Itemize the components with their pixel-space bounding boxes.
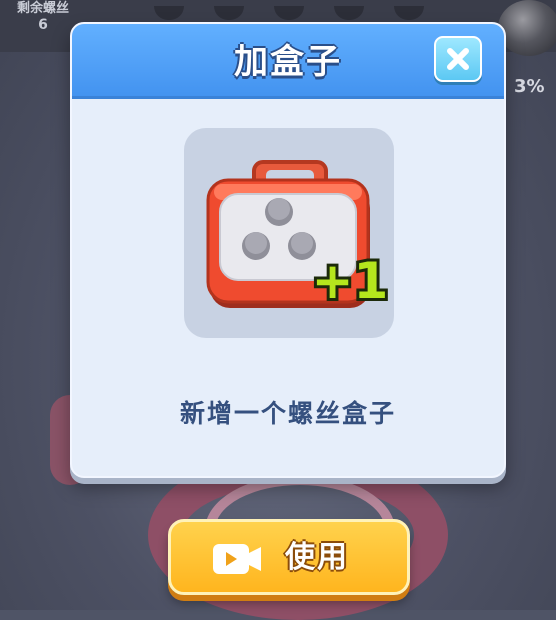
bonus-label: +1: [309, 249, 392, 313]
close-x-icon: [447, 48, 469, 70]
progress-orb: [498, 0, 556, 56]
item-description: 新增一个螺丝盒子: [179, 399, 396, 428]
dialog-header: 加盒子: [72, 24, 504, 99]
close-button[interactable]: [434, 36, 482, 82]
use-button[interactable]: 使用: [168, 519, 410, 595]
remaining-screws-label: 剩余螺丝: [16, 1, 69, 16]
remaining-screws-count: 6: [38, 17, 48, 33]
item-preview-panel: +1: [184, 128, 394, 338]
svg-text:+1: +1: [312, 252, 389, 310]
add-box-dialog: 加盒子 +1 新增一个螺丝盒子: [70, 22, 506, 478]
remaining-screws-counter: 剩余螺丝 6: [6, 0, 80, 34]
progress-percent: 3%: [514, 76, 545, 97]
use-button-label: 使用: [285, 540, 349, 575]
video-play-icon: [213, 544, 261, 574]
